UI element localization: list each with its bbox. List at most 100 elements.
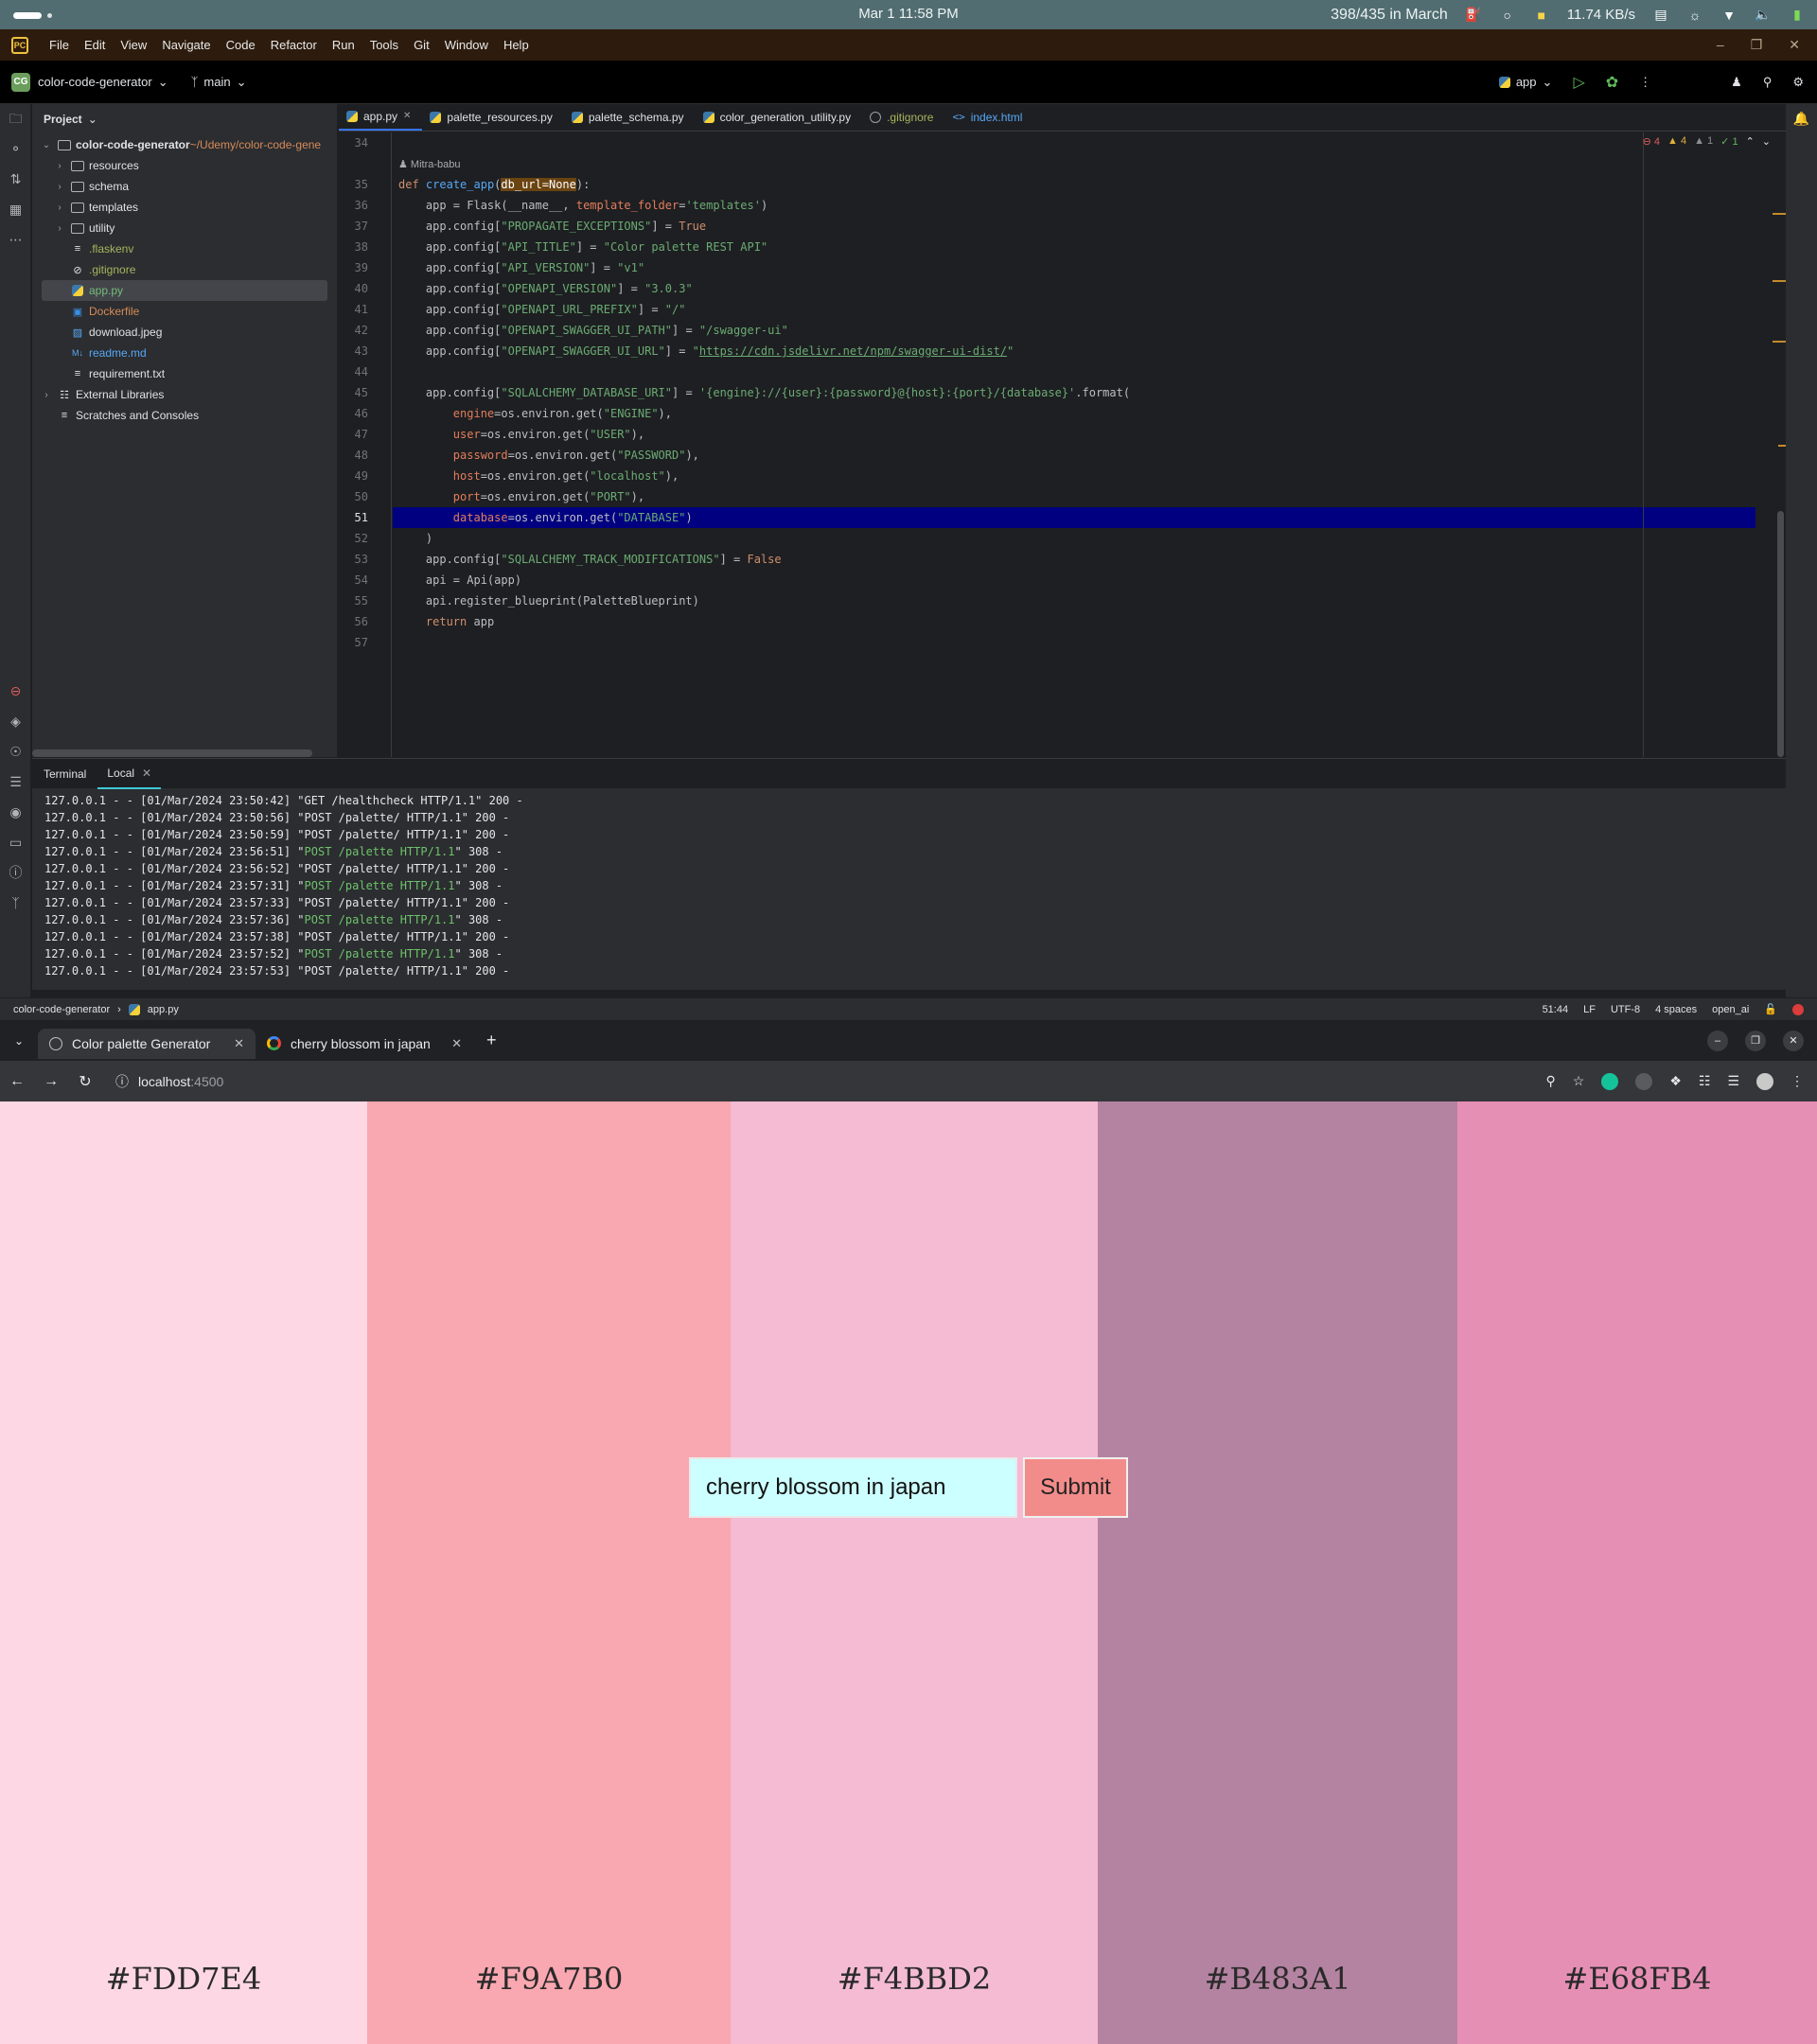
warning-marker[interactable]	[1778, 445, 1786, 447]
chevron-right-icon[interactable]: ›	[53, 203, 66, 213]
pull-requests-icon[interactable]: ⇅	[0, 165, 31, 195]
project-badge[interactable]: CG	[11, 72, 30, 92]
chevron-right-icon[interactable]: ›	[40, 390, 53, 400]
project-folder-icon[interactable]: 🗀	[0, 104, 31, 134]
line-number[interactable]: 38	[339, 237, 391, 257]
current-code-line[interactable]: database=os.environ.get("DATABASE")	[393, 507, 1755, 528]
warning-marker[interactable]	[1773, 280, 1786, 282]
project-horizontal-scrollbar[interactable]	[32, 749, 312, 757]
line-number[interactable]: 56	[339, 611, 391, 632]
tree-item[interactable]: ▨ download.jpeg	[32, 322, 337, 343]
brightness-icon[interactable]: ☼	[1686, 7, 1703, 24]
code-line[interactable]	[393, 132, 1755, 153]
menu-code[interactable]: Code	[219, 38, 263, 52]
code-line[interactable]: host=os.environ.get("localhost"),	[393, 466, 1755, 486]
lock-icon[interactable]: 🔓	[1764, 1003, 1777, 1015]
color-swatch[interactable]: #FDD7E4	[0, 1101, 367, 2044]
menu-run[interactable]: Run	[325, 38, 362, 52]
file-encoding[interactable]: UTF-8	[1611, 1004, 1640, 1015]
reload-icon[interactable]: ↻	[68, 1072, 102, 1091]
commit-icon[interactable]: ⚬	[0, 134, 31, 165]
menu-refactor[interactable]: Refactor	[263, 38, 325, 52]
browser-tab-palette[interactable]: Color palette Generator ✕	[38, 1028, 256, 1059]
code-line[interactable]: app.config["OPENAPI_SWAGGER_UI_PATH"] = …	[393, 320, 1755, 341]
bookmark-star-icon[interactable]: ☆	[1573, 1073, 1585, 1089]
line-number[interactable]: 42	[339, 320, 391, 341]
code-line[interactable]	[393, 361, 1755, 382]
tree-item[interactable]: › resources	[32, 155, 337, 176]
line-number[interactable]: 41	[339, 299, 391, 320]
chevron-right-icon[interactable]: ›	[53, 182, 66, 192]
code-line[interactable]: user=os.environ.get("USER"),	[393, 424, 1755, 445]
close-icon[interactable]: ✕	[1789, 37, 1800, 53]
extension-icon[interactable]: ❖	[1669, 1073, 1682, 1089]
back-arrow-icon[interactable]: ←	[0, 1073, 34, 1090]
wifi-icon[interactable]: ▼	[1720, 7, 1738, 24]
code-line[interactable]: app = Flask(__name__, template_folder='t…	[393, 195, 1755, 216]
menu-git[interactable]: Git	[406, 38, 437, 52]
warning-marker[interactable]	[1773, 213, 1786, 215]
run-config-selector[interactable]: app ⌄	[1498, 75, 1552, 90]
media-controls-icon[interactable]: ☰	[1727, 1073, 1739, 1089]
editor-tab[interactable]: <> index.html	[944, 103, 1033, 131]
tree-item[interactable]: › templates	[32, 197, 337, 218]
chevron-down-icon[interactable]: ⌄	[1762, 135, 1771, 148]
tree-item[interactable]: ≡ Scratches and Consoles	[32, 405, 337, 426]
line-number[interactable]: 50	[339, 486, 391, 507]
branch-selector[interactable]: ᛉ main ⌄	[191, 75, 247, 90]
line-number[interactable]: 43	[339, 341, 391, 361]
line-number[interactable]: 40	[339, 278, 391, 299]
python-interpreter[interactable]: open_ai	[1712, 1004, 1749, 1015]
code-line[interactable]: def create_app(db_url=None):	[393, 174, 1755, 195]
editor-vertical-scrollbar[interactable]	[1777, 511, 1784, 757]
color-swatch[interactable]: #B483A1	[1098, 1101, 1457, 2044]
zoom-icon[interactable]: ⚲	[1545, 1073, 1555, 1089]
code-line[interactable]: return app	[393, 611, 1755, 632]
forward-arrow-icon[interactable]: →	[34, 1073, 68, 1090]
code-line[interactable]: api = Api(app)	[393, 570, 1755, 590]
search-icon[interactable]: ⚲	[1763, 75, 1773, 90]
minimize-icon[interactable]: –	[1717, 37, 1724, 53]
code-line[interactable]: app.config["OPENAPI_URL_PREFIX"] = "/"	[393, 299, 1755, 320]
close-icon[interactable]: ✕	[1783, 1030, 1804, 1051]
tree-item[interactable]: › ☷ External Libraries	[32, 384, 337, 405]
line-number[interactable]: 37	[339, 216, 391, 237]
project-panel-header[interactable]: Project ⌄	[32, 104, 337, 134]
restore-icon[interactable]: ❐	[1745, 1030, 1766, 1051]
tree-item[interactable]: app.py	[42, 280, 327, 301]
code-line[interactable]	[393, 632, 1755, 653]
terminal-icon[interactable]: ▭	[0, 828, 31, 858]
network-speed[interactable]: 11.74 KB/s	[1567, 7, 1635, 23]
layers-icon[interactable]: ☰	[0, 767, 31, 798]
inspection-widget[interactable]: ⊖ 4 ▲ 4 ▲ 1 ✓ 1 ⌃ ⌄	[1643, 135, 1771, 148]
line-number[interactable]: 44	[339, 361, 391, 382]
code-line[interactable]: app.config["OPENAPI_VERSION"] = "3.0.3"	[393, 278, 1755, 299]
terminal-title[interactable]: Terminal	[32, 767, 97, 781]
problems-icon[interactable]: ⊖	[0, 677, 31, 707]
more-actions-icon[interactable]: ⋮	[1639, 75, 1651, 90]
terminal-output[interactable]: 127.0.0.1 - - [01/Mar/2024 23:50:42] "GE…	[32, 788, 1786, 979]
error-notification-icon[interactable]	[1792, 1003, 1804, 1015]
line-separator[interactable]: LF	[1583, 1004, 1596, 1015]
notes-icon[interactable]: ■	[1533, 7, 1550, 24]
menu-edit[interactable]: Edit	[77, 38, 113, 52]
docker-icon[interactable]: ⛽	[1465, 7, 1482, 24]
indent-setting[interactable]: 4 spaces	[1655, 1004, 1697, 1015]
line-number[interactable]: 47	[339, 424, 391, 445]
menu-tools[interactable]: Tools	[362, 38, 406, 52]
chevron-up-icon[interactable]: ⌃	[1746, 135, 1755, 148]
line-number[interactable]: 55	[339, 590, 391, 611]
info-icon[interactable]: ⓘ	[0, 858, 31, 889]
color-swatch[interactable]: #F9A7B0	[367, 1101, 731, 2044]
battery-icon[interactable]: ▮	[1789, 7, 1806, 24]
code-line[interactable]: app.config["SQLALCHEMY_TRACK_MODIFICATIO…	[393, 549, 1755, 570]
line-number[interactable]: 53	[339, 549, 391, 570]
menu-help[interactable]: Help	[496, 38, 537, 52]
adblock-extension-icon[interactable]	[1635, 1072, 1653, 1090]
notifications-bell-icon[interactable]: 🔔	[1786, 104, 1817, 134]
tree-item[interactable]: ≡ requirement.txt	[32, 363, 337, 384]
circle-icon[interactable]: ○	[1499, 7, 1516, 24]
run-icon[interactable]: ▷	[1573, 73, 1584, 92]
code-line[interactable]: api.register_blueprint(PaletteBlueprint)	[393, 590, 1755, 611]
chevron-right-icon[interactable]: ›	[53, 161, 66, 171]
